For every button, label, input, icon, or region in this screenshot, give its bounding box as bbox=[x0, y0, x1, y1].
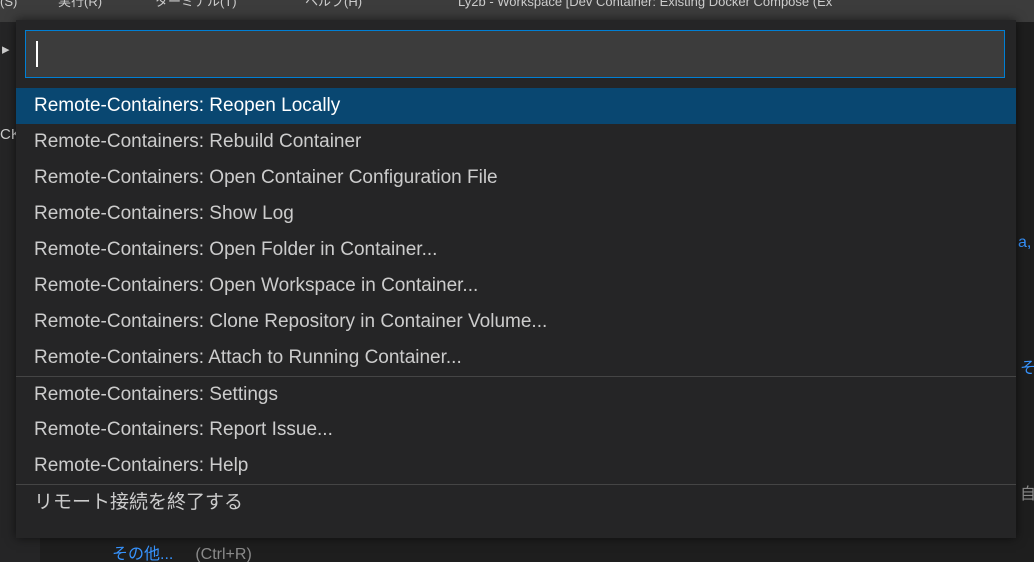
command-list-item[interactable]: Remote-Containers: Open Folder in Contai… bbox=[16, 232, 1016, 268]
menu-item-selection[interactable]: (S) bbox=[0, 0, 17, 11]
command-list-item[interactable]: Remote-Containers: Open Container Config… bbox=[16, 160, 1016, 196]
command-label: リモート接続を終了する bbox=[34, 492, 244, 513]
command-list: Remote-Containers: Reopen Locally Remote-… bbox=[16, 88, 1016, 520]
menu-bar: (S) 実行(R) ターミナル(T) ヘルプ(H) Ly2b - Workspa… bbox=[0, 0, 1034, 22]
editor-text-fragment: a, bbox=[1018, 234, 1032, 251]
chevron-right-icon[interactable]: ▸ bbox=[2, 40, 10, 58]
command-list-item[interactable]: Remote-Containers: Attach to Running Con… bbox=[16, 340, 1016, 376]
text-cursor bbox=[36, 41, 38, 67]
editor-text-fragment: 自 bbox=[1020, 486, 1034, 503]
menu-item-terminal[interactable]: ターミナル(T) bbox=[155, 0, 237, 11]
command-label: Remote-Containers: Show Log bbox=[34, 203, 294, 224]
command-label: Remote-Containers: Report Issue... bbox=[34, 419, 333, 440]
command-list-item[interactable]: Remote-Containers: Open Workspace in Con… bbox=[16, 268, 1016, 304]
command-label: Remote-Containers: Clone Repository in C… bbox=[34, 311, 548, 332]
command-list-item[interactable]: Remote-Containers: Report Issue... bbox=[16, 412, 1016, 448]
more-recent-link[interactable]: その他... (Ctrl+R) bbox=[112, 540, 252, 562]
command-label: Remote-Containers: Help bbox=[34, 455, 249, 476]
command-label: Remote-Containers: Attach to Running Con… bbox=[34, 347, 462, 368]
command-list-item[interactable]: Remote-Containers: Rebuild Container bbox=[16, 124, 1016, 160]
command-label: Remote-Containers: Rebuild Container bbox=[34, 131, 362, 152]
command-label: Remote-Containers: Open Folder in Contai… bbox=[34, 239, 438, 260]
more-link[interactable]: その他... bbox=[112, 546, 173, 562]
command-label: Remote-Containers: Settings bbox=[34, 384, 278, 405]
command-list-item[interactable]: Remote-Containers: Clone Repository in C… bbox=[16, 304, 1016, 340]
command-list-item[interactable]: リモート接続を終了する bbox=[16, 484, 1016, 520]
menu-item-help[interactable]: ヘルプ(H) bbox=[305, 0, 362, 11]
command-label: Remote-Containers: Open Workspace in Con… bbox=[34, 275, 479, 296]
keyboard-shortcut: (Ctrl+R) bbox=[195, 546, 252, 562]
command-input-box[interactable] bbox=[25, 30, 1005, 78]
command-list-item[interactable]: Remote-Containers: Show Log bbox=[16, 196, 1016, 232]
command-list-item[interactable]: Remote-Containers: Reopen Locally bbox=[16, 88, 1016, 124]
menu-item-run[interactable]: 実行(R) bbox=[58, 0, 102, 11]
command-palette: Remote-Containers: Reopen Locally Remote-… bbox=[16, 20, 1016, 538]
window-title: Ly2b - Workspace [Dev Container: Existin… bbox=[458, 0, 833, 9]
command-list-item[interactable]: Remote-Containers: Help bbox=[16, 448, 1016, 484]
editor-link-fragment[interactable]: そ bbox=[1020, 354, 1034, 378]
command-label: Remote-Containers: Open Container Config… bbox=[34, 167, 498, 188]
vscode-window: (S) 実行(R) ターミナル(T) ヘルプ(H) Ly2b - Workspa… bbox=[0, 0, 1034, 562]
command-list-item[interactable]: Remote-Containers: Settings bbox=[16, 376, 1016, 412]
command-input[interactable] bbox=[26, 31, 1004, 77]
command-label: Remote-Containers: Reopen Locally bbox=[34, 95, 341, 116]
